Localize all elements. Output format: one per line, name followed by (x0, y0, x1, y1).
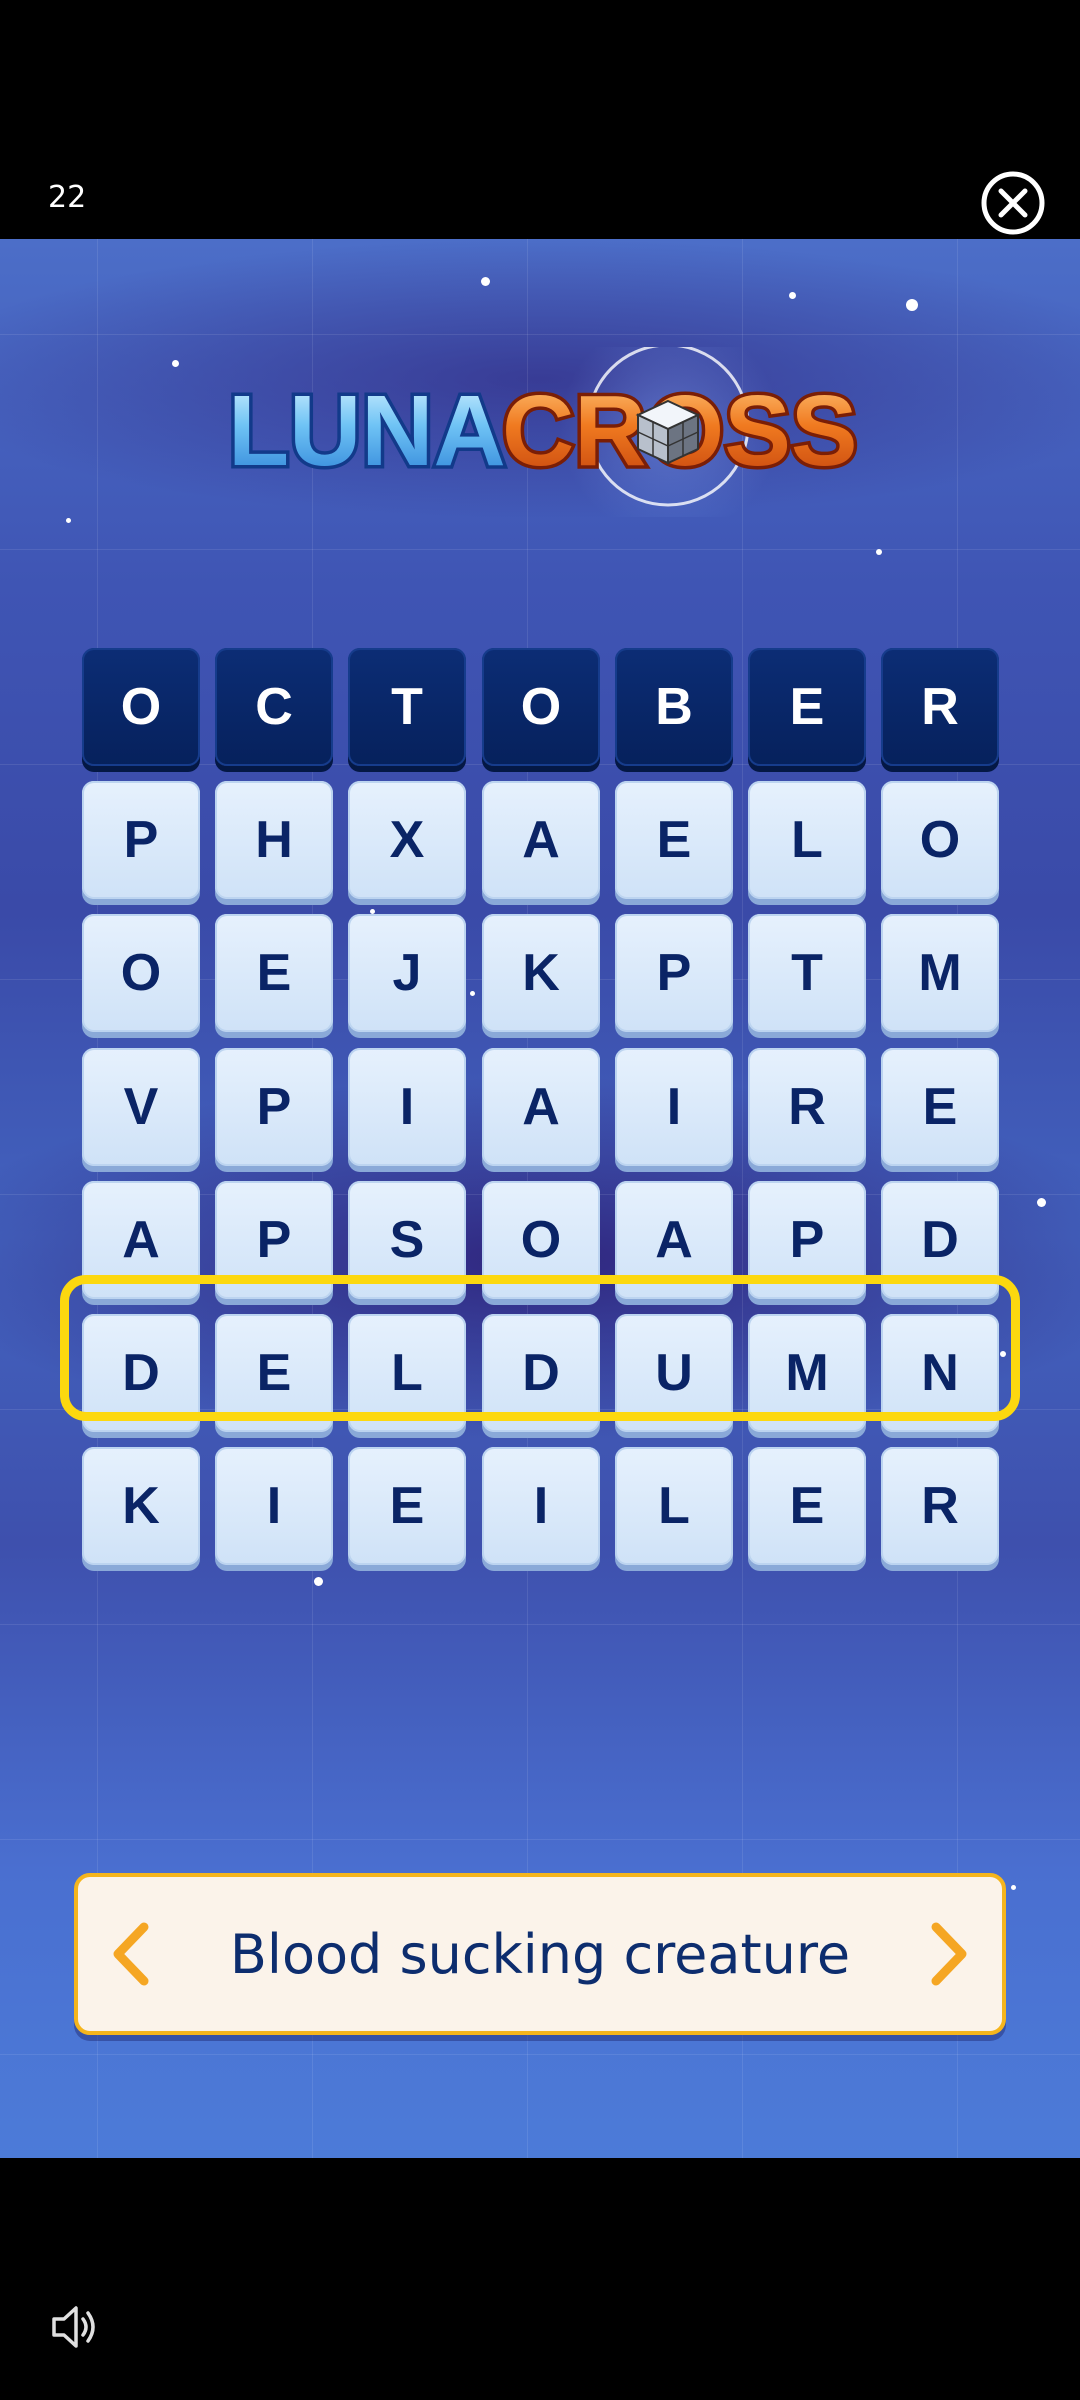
letter-tile[interactable]: I (348, 1048, 466, 1166)
selected-row-highlight (60, 1275, 1020, 1421)
header-letter-tile[interactable]: C (215, 648, 333, 766)
level-number: 22 (48, 180, 87, 215)
star (789, 292, 796, 299)
letter-tile[interactable]: K (482, 914, 600, 1032)
letter-tile[interactable]: I (615, 1048, 733, 1166)
logo-text-luna: LUNA (228, 375, 506, 487)
letter-tile[interactable]: J (348, 914, 466, 1032)
game-area: LUNA CROSS OCTOBERPHXAELOOEJKPTMVPIAIREA… (0, 239, 1080, 2158)
star (1037, 1198, 1046, 1207)
letter-tile[interactable]: R (881, 1447, 999, 1565)
letter-tile[interactable]: R (748, 1048, 866, 1166)
logo-cube-icon (635, 399, 701, 465)
letter-tile[interactable]: A (482, 781, 600, 899)
letter-tile[interactable]: L (748, 781, 866, 899)
next-clue-button[interactable] (922, 1919, 976, 1989)
close-circle-icon (981, 171, 1045, 235)
letter-tile[interactable]: O (881, 781, 999, 899)
letter-tile[interactable]: E (215, 914, 333, 1032)
header-letter-tile[interactable]: T (348, 648, 466, 766)
star (876, 549, 882, 555)
letter-tile[interactable]: P (215, 1048, 333, 1166)
letter-tile[interactable]: P (82, 781, 200, 899)
letter-tile[interactable]: H (215, 781, 333, 899)
header-letter-tile[interactable]: R (881, 648, 999, 766)
letter-tile[interactable]: X (348, 781, 466, 899)
star (906, 299, 918, 311)
letter-tile[interactable]: L (615, 1447, 733, 1565)
star (172, 360, 179, 367)
chevron-right-icon (931, 1922, 967, 1986)
letter-board: OCTOBERPHXAELOOEJKPTMVPIAIREAPSOAPDDELDU… (82, 648, 999, 1575)
letter-tile[interactable]: K (82, 1447, 200, 1565)
header-letter-tile[interactable]: O (482, 648, 600, 766)
clue-bar: Blood sucking creature (74, 1873, 1006, 2035)
previous-clue-button[interactable] (104, 1919, 158, 1989)
star (314, 1577, 323, 1586)
letter-tile[interactable]: V (82, 1048, 200, 1166)
speaker-icon (52, 2306, 95, 2348)
letter-tile[interactable]: A (482, 1048, 600, 1166)
sound-button[interactable] (48, 2300, 102, 2354)
letter-tile[interactable]: E (748, 1447, 866, 1565)
star (481, 277, 490, 286)
header-letter-tile[interactable]: E (748, 648, 866, 766)
clue-text: Blood sucking creature (229, 1922, 851, 1986)
star (66, 518, 71, 523)
star (1011, 1885, 1016, 1890)
header-letter-tile[interactable]: O (82, 648, 200, 766)
letter-tile[interactable]: E (881, 1048, 999, 1166)
letter-tile[interactable]: O (82, 914, 200, 1032)
letter-tile[interactable]: E (615, 781, 733, 899)
chevron-left-icon (113, 1922, 149, 1986)
bottom-bar (0, 2158, 1080, 2400)
letter-tile[interactable]: P (615, 914, 733, 1032)
top-bar: 22 (0, 0, 1080, 239)
letter-tile[interactable]: E (348, 1447, 466, 1565)
luna-cross-logo: LUNA CROSS (222, 317, 861, 537)
close-button[interactable] (980, 170, 1046, 236)
game-screen: 22 LUNA O C T O B E R P H X A E L O O E … (0, 0, 1080, 2400)
letter-tile[interactable]: M (881, 914, 999, 1032)
letter-tile[interactable]: I (482, 1447, 600, 1565)
letter-tile[interactable]: I (215, 1447, 333, 1565)
letter-tile[interactable]: T (748, 914, 866, 1032)
logo-graphic: LUNA CROSS (225, 317, 861, 537)
header-letter-tile[interactable]: B (615, 648, 733, 766)
